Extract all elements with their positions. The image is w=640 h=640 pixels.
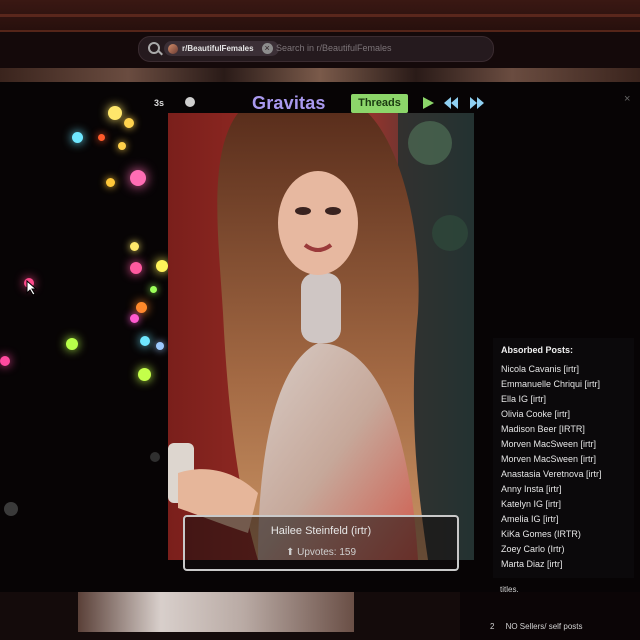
- list-item[interactable]: Amelia IG [irtr]: [501, 512, 602, 527]
- app-title: Gravitas: [252, 93, 326, 113]
- particle: [130, 314, 139, 323]
- rule-number: 2: [490, 622, 495, 631]
- post-caption: Hailee Steinfeld (irtr) ⬆ Upvotes: 159: [183, 515, 459, 571]
- portrait-illustration: [168, 113, 474, 560]
- absorbed-posts-list: Nicola Cavanis [irtr] Emmanuelle Chriqui…: [501, 362, 602, 572]
- particle: [156, 342, 164, 350]
- list-item[interactable]: Morven MacSween [irtr]: [501, 452, 602, 467]
- particle: [106, 178, 115, 187]
- list-item[interactable]: Emmanuelle Chriqui [irtr]: [501, 377, 602, 392]
- absorbed-posts-title: Absorbed Posts:: [501, 345, 574, 355]
- close-icon[interactable]: ×: [624, 93, 630, 105]
- post-image[interactable]: [168, 113, 474, 560]
- sidebar-text: titles.: [500, 585, 519, 594]
- particle: [140, 336, 150, 346]
- rewind-icon[interactable]: [443, 95, 459, 111]
- subreddit-avatar-icon: [168, 43, 178, 54]
- list-item[interactable]: KiKa Gomes (IRTR): [501, 527, 602, 542]
- threads-button[interactable]: Threads: [351, 94, 408, 113]
- particle: [98, 134, 105, 141]
- mouse-cursor-icon: [26, 280, 38, 296]
- particle: [150, 452, 160, 462]
- status-dot: [185, 97, 195, 107]
- particle: [108, 106, 122, 120]
- sidebar-rule: 2 NO Sellers/ self posts: [490, 622, 583, 631]
- list-item[interactable]: Marta Diaz [irtr]: [501, 557, 602, 572]
- absorbed-posts-panel: Absorbed Posts: Nicola Cavanis [irtr] Em…: [493, 338, 634, 578]
- upvote-count: ⬆ Upvotes: 159: [285, 547, 357, 558]
- subreddit-chip-label: r/BeautifulFemales: [182, 44, 254, 53]
- particle: [156, 260, 168, 272]
- browser-top-bar: [0, 0, 640, 32]
- search-icon: [148, 42, 160, 54]
- list-item[interactable]: Anny Insta [irtr]: [501, 482, 602, 497]
- clear-chip-icon[interactable]: ×: [261, 43, 273, 54]
- particle: [118, 142, 126, 150]
- subreddit-chip[interactable]: r/BeautifulFemales ×: [164, 41, 279, 56]
- search-placeholder[interactable]: Search in r/BeautifulFemales: [276, 43, 392, 53]
- list-item[interactable]: Zoey Carlo (Irtr): [501, 542, 602, 557]
- particle: [0, 356, 10, 366]
- timer-label: 3s: [154, 98, 165, 108]
- play-icon[interactable]: [420, 95, 436, 111]
- list-item[interactable]: Madison Beer [IRTR]: [501, 422, 602, 437]
- particle: [130, 262, 142, 274]
- list-item[interactable]: Nicola Cavanis [irtr]: [501, 362, 602, 377]
- list-item[interactable]: Olivia Cooke [irtr]: [501, 407, 602, 422]
- particle: [72, 132, 83, 143]
- fast-forward-icon[interactable]: [469, 95, 485, 111]
- particle: [136, 302, 147, 313]
- list-item[interactable]: Anastasia Veretnova [irtr]: [501, 467, 602, 482]
- particle: [4, 502, 18, 516]
- list-item[interactable]: Morven MacSween [irtr]: [501, 437, 602, 452]
- particle: [130, 242, 139, 251]
- rule-text: NO Sellers/ self posts: [505, 622, 583, 631]
- post-title[interactable]: Hailee Steinfeld (irtr): [185, 525, 457, 537]
- particle: [138, 368, 151, 381]
- list-item[interactable]: Katelyn IG [irtr]: [501, 497, 602, 512]
- particle: [150, 286, 157, 293]
- particle: [130, 170, 146, 186]
- particle: [124, 118, 134, 128]
- list-item[interactable]: Ella IG [irtr]: [501, 392, 602, 407]
- post-thumbnail-strip: [0, 68, 640, 82]
- post-thumbnail[interactable]: [78, 592, 354, 632]
- particle: [66, 338, 78, 350]
